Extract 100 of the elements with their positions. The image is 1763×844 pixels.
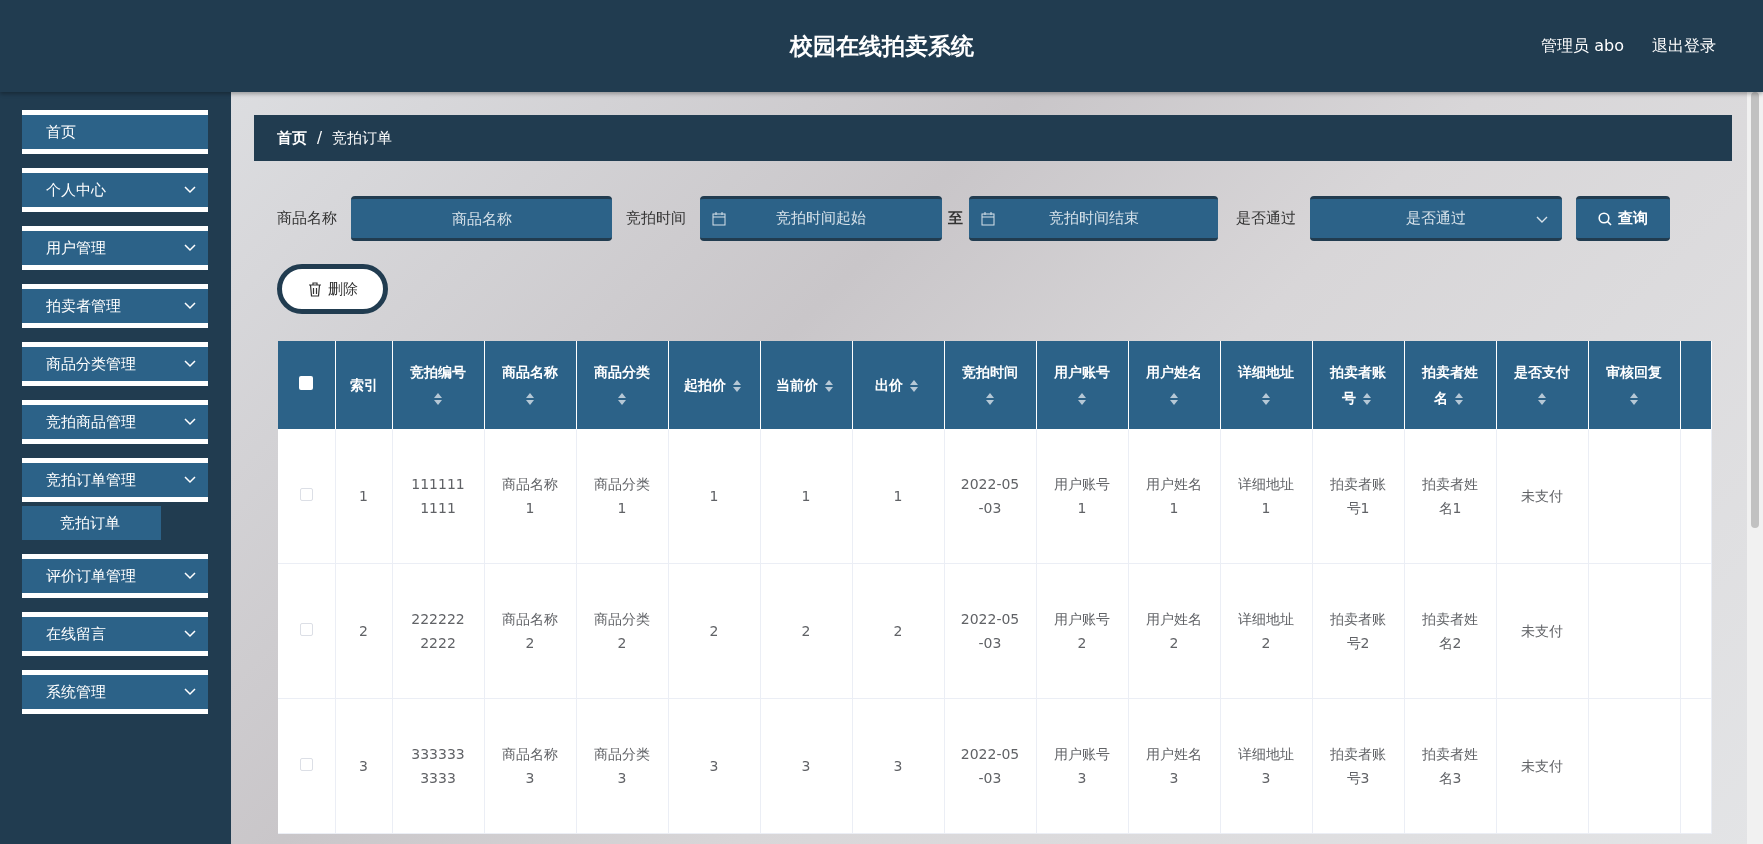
column-header[interactable]: 竞拍编号 <box>392 341 484 429</box>
end-date-input[interactable]: 竞拍时间结束 <box>969 196 1218 241</box>
table-cell: 用户姓名3 <box>1128 698 1220 834</box>
sidebar-item[interactable]: 个人中心 <box>22 168 208 212</box>
search-button[interactable]: 查询 <box>1576 196 1670 241</box>
chevron-down-icon <box>184 476 196 484</box>
delete-button[interactable]: 删除 <box>277 264 388 314</box>
chevron-down-icon <box>184 572 196 580</box>
scrollbar-thumb[interactable] <box>1751 92 1759 528</box>
table-cell: 用户账号3 <box>1036 698 1128 834</box>
sort-icon[interactable] <box>733 380 742 392</box>
table-cell: 2 <box>335 563 392 699</box>
sidebar-item[interactable]: 在线留言 <box>22 612 208 656</box>
column-header[interactable]: 商品名称 <box>484 341 576 429</box>
table-cell: 1 <box>760 429 852 564</box>
table-cell: 2 <box>668 563 760 699</box>
breadcrumb-link[interactable]: 首页 <box>277 128 307 148</box>
sort-icon[interactable] <box>1170 393 1178 405</box>
column-header[interactable]: 出价 <box>852 341 944 429</box>
sidebar-item[interactable]: 商品分类管理 <box>22 342 208 386</box>
chevron-down-icon <box>184 186 196 194</box>
calendar-icon <box>981 212 995 226</box>
field-label: 竞拍时间 <box>626 209 686 228</box>
table-cell: 2022-05-03 <box>944 429 1036 564</box>
trash-icon <box>307 281 322 297</box>
row-checkbox[interactable] <box>299 488 313 501</box>
column-header[interactable]: 当前价 <box>760 341 852 429</box>
row-checkbox[interactable] <box>299 758 313 771</box>
table-cell: 3 <box>668 698 760 834</box>
column-header[interactable]: 竞拍时间 <box>944 341 1036 429</box>
column-header[interactable]: 拍卖者姓名 <box>1404 341 1496 429</box>
table-cell: 2022-05-03 <box>944 698 1036 834</box>
start-date-input[interactable]: 竞拍时间起始 <box>700 196 942 241</box>
column-header[interactable]: 是否支付 <box>1496 341 1588 429</box>
column-header[interactable]: 用户账号 <box>1036 341 1128 429</box>
sidebar-item[interactable]: 首页 <box>22 110 208 154</box>
table-cell: 3333333333 <box>392 698 484 834</box>
select-all-checkbox[interactable] <box>299 376 314 390</box>
sort-icon[interactable] <box>1538 393 1546 405</box>
sort-icon[interactable] <box>434 393 442 405</box>
table-cell: 3 <box>852 698 944 834</box>
table-cell: 详细地址2 <box>1220 563 1312 699</box>
sidebar-item-label: 个人中心 <box>46 180 106 200</box>
sidebar-item-label: 拍卖者管理 <box>46 296 121 316</box>
table-cell: 详细地址1 <box>1220 429 1312 564</box>
sort-icon[interactable] <box>1363 393 1372 405</box>
sort-icon[interactable] <box>1078 393 1086 405</box>
column-header[interactable]: 起拍价 <box>668 341 760 429</box>
table-cell: 商品分类1 <box>576 429 668 564</box>
row-checkbox[interactable] <box>299 623 313 636</box>
table-cell: 商品名称2 <box>484 563 576 699</box>
sort-icon[interactable] <box>618 393 626 405</box>
table-cell: 拍卖者姓名2 <box>1404 563 1496 699</box>
table-cell: 详细地址3 <box>1220 698 1312 834</box>
chevron-down-icon <box>184 630 196 638</box>
table-cell: 商品名称1 <box>484 429 576 564</box>
sidebar-item[interactable]: 评价订单管理 <box>22 554 208 598</box>
table-cell: 用户姓名2 <box>1128 563 1220 699</box>
sidebar-item-label: 首页 <box>46 122 76 142</box>
table-cell: 3 <box>760 698 852 834</box>
sidebar-item[interactable]: 系统管理 <box>22 670 208 714</box>
sidebar-item[interactable]: 竞拍商品管理 <box>22 400 208 444</box>
chevron-down-icon <box>184 302 196 310</box>
range-separator: 至 <box>948 209 963 228</box>
sort-icon[interactable] <box>825 380 834 392</box>
search-icon <box>1598 211 1612 226</box>
chevron-down-icon <box>184 360 196 368</box>
sidebar-item[interactable]: 竞拍订单管理 <box>22 458 208 502</box>
sort-icon[interactable] <box>526 393 534 405</box>
column-header[interactable]: 审核回复 <box>1588 341 1680 429</box>
sort-icon[interactable] <box>986 393 994 405</box>
column-header[interactable]: 商品分类 <box>576 341 668 429</box>
breadcrumb-separator: / <box>317 129 323 147</box>
user-name: 管理员 abo <box>1541 35 1624 57</box>
submenu-item[interactable]: 竞拍订单 <box>22 506 161 540</box>
table-cell: 用户账号2 <box>1036 563 1128 699</box>
chevron-down-icon <box>184 688 196 696</box>
table-cell: 2022-05-03 <box>944 563 1036 699</box>
column-header[interactable]: 用户姓名 <box>1128 341 1220 429</box>
sort-icon[interactable] <box>1630 393 1638 405</box>
table-cell: 未支付 <box>1496 563 1588 699</box>
logout-link[interactable]: 退出登录 <box>1652 35 1716 57</box>
breadcrumb-current: 竞拍订单 <box>332 128 393 148</box>
table-cell: 2222222222 <box>392 563 484 699</box>
column-header: 索引 <box>335 341 392 429</box>
chevron-down-icon <box>184 418 196 426</box>
column-header[interactable]: 拍卖者账号 <box>1312 341 1404 429</box>
table-cell: 商品名称3 <box>484 698 576 834</box>
column-header[interactable]: 详细地址 <box>1220 341 1312 429</box>
sidebar-item-label: 商品分类管理 <box>46 354 136 374</box>
sort-icon[interactable] <box>1455 393 1464 405</box>
sidebar-item-label: 评价订单管理 <box>46 566 136 586</box>
sidebar-item[interactable]: 拍卖者管理 <box>22 284 208 328</box>
pass-select[interactable]: 是否通过 <box>1310 196 1562 241</box>
table-cell: 用户账号1 <box>1036 429 1128 564</box>
sort-icon[interactable] <box>1262 393 1270 405</box>
product-name-input[interactable]: 商品名称 <box>351 196 612 241</box>
table-cell: 3 <box>335 698 392 834</box>
sort-icon[interactable] <box>910 380 919 392</box>
sidebar-item[interactable]: 用户管理 <box>22 226 208 270</box>
